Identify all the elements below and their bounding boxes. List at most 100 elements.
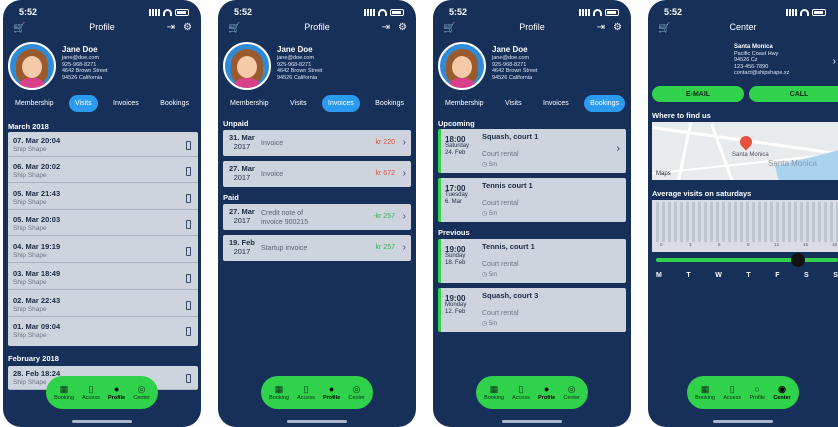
avatar <box>438 42 486 90</box>
invoice-row[interactable]: 27. Mar 2017 Credit note of invoice 900215… <box>223 204 411 230</box>
tab-bookings[interactable]: Bookings <box>369 95 410 112</box>
status-time: 5:52 <box>664 7 683 17</box>
tab-invoices[interactable]: Invoices <box>107 95 145 112</box>
email-button[interactable]: E-MAIL <box>652 86 744 102</box>
battery-icon <box>175 8 189 16</box>
map-view[interactable]: Santa Monica Santa Monica Maps <box>652 122 838 180</box>
tab-booking[interactable]: ▦ Booking <box>269 384 289 401</box>
tab-profile[interactable]: ● Profile <box>538 384 555 401</box>
list-item[interactable]: 03. Mar 18:49 Ship Shape <box>8 266 198 290</box>
signal-icon <box>149 8 160 16</box>
tab-access[interactable]: ▯ Access <box>723 384 741 401</box>
month-header: February 2018 <box>8 354 59 363</box>
tab-access[interactable]: ▯ Access <box>297 384 315 401</box>
calendar-icon: ▦ <box>700 384 710 394</box>
list-item[interactable]: 04. Mar 19:19 Ship Shape <box>8 239 198 263</box>
tab-membership[interactable]: Membership <box>439 95 490 112</box>
door-icon: ▯ <box>88 384 94 394</box>
tab-membership[interactable]: Membership <box>9 95 60 112</box>
day-label[interactable]: T <box>686 272 690 279</box>
day-slider-track[interactable] <box>656 258 838 262</box>
profile-tabs: Membership Visits Invoices Bookings <box>9 93 195 113</box>
gear-icon[interactable]: ⚙ <box>613 22 622 33</box>
booking-card[interactable]: 19:00 Monday 12. Feb Squash, court 3 Court… <box>438 288 626 332</box>
chart-tick: 9 <box>747 242 750 247</box>
logout-icon[interactable]: ⇥ <box>167 22 175 33</box>
invoice-row[interactable]: 27. Mar 2017 Invoice kr 672 › <box>223 161 411 187</box>
tab-access[interactable]: ▯ Access <box>82 384 100 401</box>
list-item[interactable]: 05. Mar 20:03 Ship Shape <box>8 212 198 236</box>
day-label[interactable]: W <box>715 272 722 279</box>
day-label[interactable]: M <box>656 272 662 279</box>
logout-icon[interactable]: ⇥ <box>597 22 605 33</box>
cart-icon[interactable]: 🛒 <box>658 23 670 34</box>
wifi-icon <box>800 8 809 16</box>
tab-center[interactable]: ◉ Center <box>773 384 790 401</box>
cart-icon[interactable]: 🛒 <box>443 23 455 34</box>
visits-chart-heading: Average visits on saturdays <box>652 189 752 198</box>
month-header: March 2018 <box>8 122 49 131</box>
invoice-row[interactable]: 31. Mar 2017 Invoice kr 220 › <box>223 130 411 156</box>
phone-icon <box>186 141 191 150</box>
day-label[interactable]: S <box>804 272 809 279</box>
booking-card[interactable]: 17:00 Tuesday 6. Mar Tennis court 1 Court … <box>438 178 626 222</box>
list-item[interactable]: 05. Mar 21:43 Ship Shape <box>8 186 198 210</box>
signal-icon <box>364 8 375 16</box>
status-time: 5:52 <box>449 7 468 17</box>
home-indicator <box>502 420 562 423</box>
nav-bar: 🛒 Profile ⇥ ⚙ <box>3 22 201 38</box>
tab-booking[interactable]: ▦ Booking <box>54 384 74 401</box>
tab-access[interactable]: ▯ Access <box>512 384 530 401</box>
chart-tick: 18 <box>832 242 838 247</box>
wifi-icon <box>163 8 172 16</box>
invoice-row[interactable]: 19. Feb 2017 Startup invoice kr 257 › <box>223 235 411 261</box>
tab-bookings[interactable]: Bookings <box>584 94 625 112</box>
booking-card[interactable]: 19:00 Sunday 18. Feb Tennis, court 1 Court… <box>438 239 626 283</box>
person-icon: ● <box>328 384 335 394</box>
profile-city: 94526 California <box>492 74 533 81</box>
profile-info: Jane Doe jane@doe.com 925-968-8271 4642 … <box>62 45 108 81</box>
tab-center[interactable]: ◎ Center <box>348 384 365 401</box>
screenshot-stage: 5:52 🛒 Profile ⇥ ⚙ Jane Doe jane@doe.com… <box>0 0 838 427</box>
gear-icon[interactable]: ⚙ <box>398 22 407 33</box>
tab-invoices[interactable]: Invoices <box>537 95 575 112</box>
tab-visits[interactable]: Visits <box>68 94 98 112</box>
tab-booking[interactable]: ▦ Booking <box>484 384 504 401</box>
day-label[interactable]: S <box>833 272 838 279</box>
tab-bookings[interactable]: Bookings <box>154 95 195 112</box>
gear-icon[interactable]: ⚙ <box>183 22 192 33</box>
list-item[interactable]: 07. Mar 20:04 Ship Shape <box>8 133 198 157</box>
list-item[interactable]: 06. Mar 20:02 Ship Shape <box>8 159 198 183</box>
wifi-icon <box>593 8 602 16</box>
tab-profile[interactable]: ● Profile <box>108 384 125 401</box>
tab-visits[interactable]: Visits <box>284 95 313 112</box>
call-button[interactable]: CALL <box>749 86 838 102</box>
cart-icon[interactable]: 🛒 <box>228 23 240 34</box>
battery-icon <box>390 8 404 16</box>
booking-card[interactable]: 18:00 Saturday 24. Feb Squash, court 1 Cou… <box>438 129 626 173</box>
chevron-right-icon[interactable]: › <box>833 56 836 67</box>
tab-visits[interactable]: Visits <box>499 95 528 112</box>
tab-profile[interactable]: ○ Profile <box>749 384 765 401</box>
tab-membership[interactable]: Membership <box>224 95 275 112</box>
list-item[interactable]: 01. Mar 09:04 Ship Shape <box>8 319 198 343</box>
cart-icon[interactable]: 🛒 <box>13 23 25 34</box>
day-slider-knob[interactable] <box>791 253 805 267</box>
tab-profile[interactable]: ● Profile <box>323 384 340 401</box>
tab-center[interactable]: ◎ Center <box>133 384 150 401</box>
home-indicator <box>713 420 773 423</box>
tab-invoices[interactable]: Invoices <box>322 94 360 112</box>
tab-booking[interactable]: ▦ Booking <box>695 384 715 401</box>
day-label[interactable]: F <box>775 272 779 279</box>
list-item[interactable]: 02. Mar 22:43 Ship Shape <box>8 293 198 317</box>
profile-info: Jane Doe jane@doe.com 925-968-8271 4642 … <box>492 45 538 81</box>
day-label[interactable]: T <box>746 272 750 279</box>
phone-invoices: 5:52 🛒 Profile ⇥ ⚙ Jane Doe jane@doe.com… <box>218 0 416 427</box>
phone-icon <box>186 220 191 229</box>
logout-icon[interactable]: ⇥ <box>382 22 390 33</box>
tab-center[interactable]: ◎ Center <box>563 384 580 401</box>
profile-info: Jane Doe jane@doe.com 925-968-8271 4642 … <box>277 45 323 81</box>
phone-icon <box>186 247 191 256</box>
chart-tick: 15 <box>803 242 809 247</box>
clock-icon: ◷ <box>482 162 489 168</box>
